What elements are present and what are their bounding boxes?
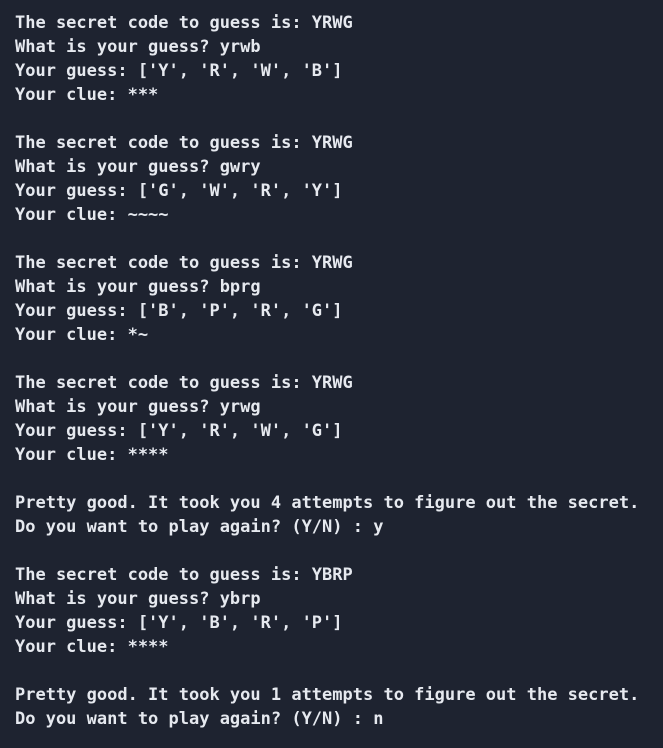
output-line: Your clue: ~~~~ — [15, 205, 169, 225]
output-line: The secret code to guess is: YRWG — [15, 133, 353, 153]
output-line: Your guess: ['Y', 'B', 'R', 'P'] — [15, 613, 343, 633]
output-line: Your guess: ['B', 'P', 'R', 'G'] — [15, 301, 343, 321]
output-line: Pretty good. It took you 1 attempts to f… — [15, 685, 640, 705]
output-line: The secret code to guess is: YBRP — [15, 565, 353, 585]
output-line: What is your guess? ybrp — [15, 589, 261, 609]
output-line: Your guess: ['Y', 'R', 'W', 'B'] — [15, 61, 343, 81]
output-line: Your clue: **** — [15, 445, 169, 465]
output-line: Do you want to play again? (Y/N) : y — [15, 517, 384, 537]
output-line: Your clue: **** — [15, 637, 169, 657]
output-line: Your clue: *~ — [15, 325, 149, 345]
output-line: Pretty good. It took you 4 attempts to f… — [15, 493, 640, 513]
output-line: What is your guess? yrwg — [15, 397, 261, 417]
output-line: The secret code to guess is: YRWG — [15, 13, 353, 33]
output-line: What is your guess? bprg — [15, 277, 261, 297]
output-line: What is your guess? yrwb — [15, 37, 261, 57]
output-line: Do you want to play again? (Y/N) : n — [15, 709, 384, 729]
terminal-output[interactable]: The secret code to guess is: YRWG What i… — [0, 0, 663, 748]
output-line: Your guess: ['Y', 'R', 'W', 'G'] — [15, 421, 343, 441]
output-line: Your clue: *** — [15, 85, 159, 105]
output-line: The secret code to guess is: YRWG — [15, 253, 353, 273]
output-line: Your guess: ['G', 'W', 'R', 'Y'] — [15, 181, 343, 201]
output-line: What is your guess? gwry — [15, 157, 261, 177]
output-line: The secret code to guess is: YRWG — [15, 373, 353, 393]
